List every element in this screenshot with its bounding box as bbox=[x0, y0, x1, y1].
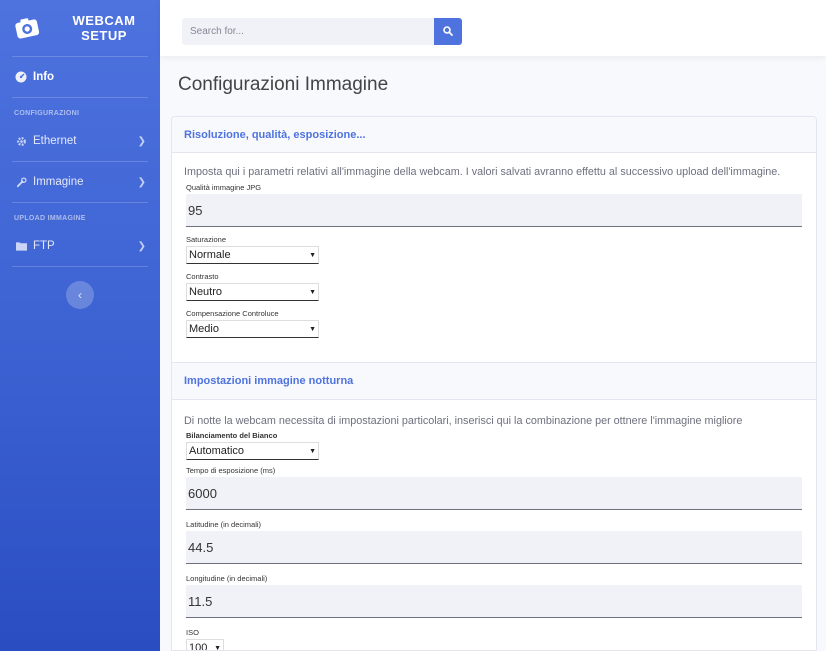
quality-field: Qualità immagine JPG 95 bbox=[186, 183, 802, 227]
latitude-label: Latitudine (in decimali) bbox=[186, 520, 262, 529]
search-input[interactable] bbox=[182, 18, 434, 45]
chevron-right-icon: ❯ bbox=[137, 176, 146, 188]
gear-icon bbox=[14, 136, 28, 147]
folder-icon bbox=[14, 241, 28, 251]
contrast-value: Neutro bbox=[189, 286, 223, 298]
backlight-label: Compensazione Controluce bbox=[186, 309, 279, 318]
iso-field: ISO 100 ▼ bbox=[186, 628, 802, 651]
brand-line2: SETUP bbox=[81, 28, 127, 43]
brand-line1: WEBCAM bbox=[72, 13, 136, 28]
longitude-label: Longitudine (in decimali) bbox=[186, 574, 268, 583]
backlight-select[interactable]: Medio ▼ bbox=[186, 320, 319, 338]
exposure-label: Tempo di esposizione (ms) bbox=[186, 466, 276, 475]
white-balance-label: Bilanciamento del Bianco bbox=[186, 431, 278, 440]
longitude-input[interactable]: 11.5 bbox=[186, 585, 802, 618]
white-balance-select[interactable]: Automatico ▼ bbox=[186, 442, 319, 460]
topbar bbox=[160, 0, 826, 56]
iso-select[interactable]: 100 ▼ bbox=[186, 639, 224, 651]
section-description: Di notte la webcam necessita di impostaz… bbox=[184, 415, 743, 427]
search-button[interactable] bbox=[434, 18, 462, 45]
saturation-select[interactable]: Normale ▼ bbox=[186, 246, 319, 264]
sidebar-item-ethernet[interactable]: Ethernet ❯ bbox=[0, 121, 160, 161]
section-header-resolution: Risoluzione, qualità, esposizione... bbox=[172, 117, 816, 153]
quality-label: Qualità immagine JPG bbox=[186, 183, 262, 192]
caret-down-icon: ▼ bbox=[214, 644, 221, 651]
chevron-right-icon: ❯ bbox=[137, 135, 146, 147]
sidebar: WEBCAM SETUP Info CONFIGURAZIONI Etherne… bbox=[0, 0, 160, 651]
contrast-field: Contrasto Neutro ▼ bbox=[186, 272, 802, 301]
contrast-select[interactable]: Neutro ▼ bbox=[186, 283, 319, 301]
iso-label: ISO bbox=[186, 628, 199, 637]
caret-down-icon: ▼ bbox=[309, 447, 316, 455]
latitude-input[interactable]: 44.5 bbox=[186, 531, 802, 564]
brand[interactable]: WEBCAM SETUP bbox=[0, 0, 160, 56]
saturation-value: Normale bbox=[189, 249, 231, 261]
saturation-label: Saturazione bbox=[186, 235, 227, 244]
sidebar-item-immagine[interactable]: Immagine ❯ bbox=[0, 162, 160, 202]
quality-input[interactable]: 95 bbox=[186, 194, 802, 227]
exposure-field: Tempo di esposizione (ms) 6000 bbox=[186, 466, 802, 510]
chevron-left-icon: ‹ bbox=[78, 288, 82, 302]
page-title: Configurazioni Immagine bbox=[178, 74, 389, 95]
chevron-right-icon: ❯ bbox=[137, 240, 146, 252]
dashboard-gauge-icon bbox=[14, 71, 28, 83]
backlight-field: Compensazione Controluce Medio ▼ bbox=[186, 309, 802, 338]
caret-down-icon: ▼ bbox=[309, 325, 316, 333]
iso-value: 100 bbox=[189, 642, 208, 651]
camera-icon bbox=[12, 13, 42, 43]
latitude-field: Latitudine (in decimali) 44.5 bbox=[186, 520, 802, 564]
white-balance-value: Automatico bbox=[189, 445, 245, 457]
exposure-input[interactable]: 6000 bbox=[186, 477, 802, 510]
caret-down-icon: ▼ bbox=[309, 251, 316, 259]
search-icon bbox=[443, 23, 453, 41]
sidebar-section-heading: CONFIGURAZIONI bbox=[14, 110, 80, 117]
sidebar-item-info[interactable]: Info bbox=[0, 57, 160, 97]
sidebar-item-ftp-label: FTP bbox=[33, 240, 55, 252]
sidebar-item-ftp[interactable]: FTP ❯ bbox=[0, 226, 160, 266]
settings-card: Risoluzione, qualità, esposizione... Imp… bbox=[171, 116, 817, 651]
sidebar-item-immagine-label: Immagine bbox=[33, 176, 84, 188]
sidebar-toggle-button[interactable]: ‹ bbox=[66, 281, 94, 309]
white-balance-field: Bilanciamento del Bianco Automatico ▼ bbox=[186, 431, 802, 460]
section-header-night: Impostazioni immagine notturna bbox=[172, 362, 816, 400]
sidebar-divider bbox=[12, 266, 148, 267]
caret-down-icon: ▼ bbox=[309, 288, 316, 296]
section-description: Imposta qui i parametri relativi all'imm… bbox=[184, 166, 781, 178]
contrast-label: Contrasto bbox=[186, 272, 219, 281]
sidebar-item-info-label: Info bbox=[33, 71, 55, 83]
sidebar-section-heading: UPLOAD IMMAGINE bbox=[14, 215, 86, 222]
search-form bbox=[182, 18, 462, 45]
wrench-icon bbox=[14, 176, 28, 188]
saturation-field: Saturazione Normale ▼ bbox=[186, 235, 802, 264]
backlight-value: Medio bbox=[189, 323, 219, 335]
longitude-field: Longitudine (in decimali) 11.5 bbox=[186, 574, 802, 618]
sidebar-item-ethernet-label: Ethernet bbox=[33, 135, 77, 147]
